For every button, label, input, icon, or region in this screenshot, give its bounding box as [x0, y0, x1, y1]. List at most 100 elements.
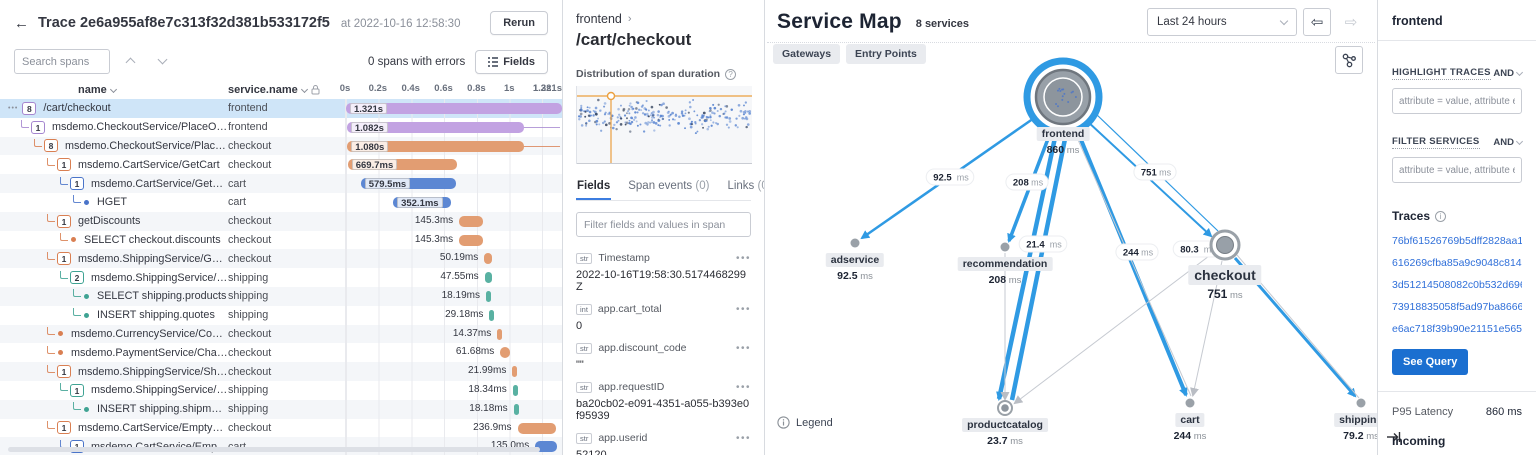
- trace-span-row[interactable]: 1msdemo.CheckoutService/PlaceOrderfronte…: [0, 118, 562, 137]
- trace-id-link[interactable]: 73918835058f5ad97ba866659d8c...: [1392, 301, 1522, 313]
- trace-span-row[interactable]: 1msdemo.CartService/GetCartcheckout669.7…: [0, 155, 562, 174]
- incoming-value: None: [1378, 448, 1536, 455]
- info-icon[interactable]: i: [1435, 211, 1446, 222]
- service-column-header[interactable]: service.name: [228, 84, 345, 96]
- span-count-badge[interactable]: 1: [57, 252, 71, 265]
- duration-distribution-chart[interactable]: [576, 86, 752, 164]
- field-actions-icon[interactable]: •••: [736, 343, 751, 354]
- trace-span-row[interactable]: SELECT checkout.discountscheckout145.3ms: [0, 231, 562, 250]
- trace-span-row[interactable]: SELECT shipping.productsshipping18.19ms: [0, 287, 562, 306]
- span-count-badge[interactable]: 2: [70, 271, 84, 284]
- trace-span-row[interactable]: msdemo.CurrencyService/Convertcheckout14…: [0, 325, 562, 344]
- gateways-chip[interactable]: Gateways: [773, 44, 840, 64]
- info-icon[interactable]: ?: [725, 69, 736, 80]
- trace-span-row[interactable]: 1getDiscountscheckout145.3ms: [0, 212, 562, 231]
- search-spans-input[interactable]: [14, 49, 110, 74]
- breadcrumb[interactable]: frontend ›: [576, 12, 751, 26]
- span-bar[interactable]: [459, 235, 483, 246]
- trace-id-link[interactable]: 76bf61526769b5dff2828aa1fbf6ce...: [1392, 235, 1522, 247]
- service-node-shipping[interactable]: [1357, 399, 1366, 408]
- trace-span-row[interactable]: 1msdemo.ShippingService/ShipOrdercheckou…: [0, 362, 562, 381]
- breadcrumb-service[interactable]: frontend: [576, 12, 622, 26]
- service-map-canvas[interactable]: 92.5ms208ms751ms21.4ms244ms80.3msfronten…: [765, 38, 1377, 455]
- prev-match-button[interactable]: [118, 50, 142, 74]
- service-node-label[interactable]: shipping: [1334, 413, 1377, 427]
- service-map-edge[interactable]: [1015, 253, 1213, 403]
- tab-fields[interactable]: Fields: [576, 176, 611, 200]
- service-node-label[interactable]: recommendation: [958, 257, 1053, 271]
- span-bar[interactable]: [500, 347, 510, 358]
- collapse-panel-button[interactable]: [1386, 430, 1402, 449]
- span-count-badge[interactable]: 1: [70, 384, 84, 397]
- span-count-badge[interactable]: 8: [22, 102, 36, 115]
- service-node-productcatalog[interactable]: [998, 401, 1012, 415]
- service-node-recommendation[interactable]: [1001, 243, 1010, 252]
- trace-span-row[interactable]: HGETcart352.1ms: [0, 193, 562, 212]
- rerun-button[interactable]: Rerun: [490, 11, 548, 35]
- trace-id-link[interactable]: e6ac718f39b90e21151e565d57ea...: [1392, 323, 1522, 335]
- trace-span-row[interactable]: 1msdemo.CartService/EmptyCartcheckout236…: [0, 419, 562, 438]
- back-arrow-icon[interactable]: ←: [14, 15, 29, 32]
- span-bar[interactable]: [459, 216, 483, 227]
- span-count-badge[interactable]: 1: [57, 158, 71, 171]
- highlight-traces-input[interactable]: [1392, 88, 1522, 114]
- trace-span-row[interactable]: INSERT shipping.quotesshipping29.18ms: [0, 306, 562, 325]
- span-count-badge[interactable]: 1: [57, 215, 71, 228]
- trace-span-row[interactable]: INSERT shipping.shipmentsshipping18.18ms: [0, 400, 562, 419]
- filter-and-select[interactable]: AND: [1493, 137, 1522, 148]
- span-bar[interactable]: [485, 272, 493, 283]
- field-actions-icon[interactable]: •••: [736, 253, 751, 264]
- legend-toggle[interactable]: Legend: [777, 416, 833, 429]
- time-range-select[interactable]: Last 24 hours: [1147, 8, 1297, 36]
- tab-links[interactable]: Links (0): [726, 176, 765, 200]
- trace-span-row[interactable]: 2msdemo.ShippingService/GetQuoteshipping…: [0, 268, 562, 287]
- service-node-adservice[interactable]: [851, 239, 860, 248]
- nav-back-button[interactable]: ⇦: [1303, 8, 1331, 36]
- span-count-badge[interactable]: 1: [57, 365, 71, 378]
- fields-button[interactable]: Fields: [475, 50, 548, 74]
- trace-span-row[interactable]: 1msdemo.ShippingService/GetQuotecheckout…: [0, 249, 562, 268]
- horizontal-scrollbar[interactable]: [8, 447, 540, 452]
- next-match-button[interactable]: [150, 50, 174, 74]
- span-bar[interactable]: [514, 404, 519, 415]
- field-actions-icon[interactable]: •••: [736, 433, 751, 444]
- trace-span-row[interactable]: msdemo.PaymentService/Chargecheckout61.6…: [0, 343, 562, 362]
- filter-fields-input[interactable]: [576, 212, 751, 237]
- trace-span-row[interactable]: 8msdemo.CheckoutService/PlaceOrderchecko…: [0, 137, 562, 156]
- span-count-badge[interactable]: 8: [44, 139, 58, 152]
- service-node-frontend[interactable]: [1027, 61, 1099, 133]
- expand-dots-icon[interactable]: •••: [8, 105, 18, 112]
- span-bar[interactable]: [513, 385, 518, 396]
- field-actions-icon[interactable]: •••: [736, 382, 751, 393]
- span-count-badge[interactable]: 1: [31, 121, 45, 134]
- graph-layout-button[interactable]: [1335, 46, 1363, 74]
- trace-span-row[interactable]: 1msdemo.CartService/GetCartcart579.5ms: [0, 174, 562, 193]
- trace-id-link[interactable]: 616269cfba85a9c9048c814212b3...: [1392, 257, 1522, 269]
- span-bar[interactable]: [518, 423, 557, 434]
- field-actions-icon[interactable]: •••: [736, 304, 751, 315]
- span-bar[interactable]: [486, 291, 491, 302]
- tab-span-events[interactable]: Span events (0): [627, 176, 710, 200]
- span-bar[interactable]: [497, 329, 502, 340]
- service-map-graph[interactable]: 92.5ms208ms751ms21.4ms244ms80.3ms: [765, 38, 1377, 455]
- span-count-badge[interactable]: 1: [57, 421, 71, 434]
- see-query-button[interactable]: See Query: [1392, 349, 1468, 375]
- service-node-label[interactable]: cart: [1175, 413, 1204, 427]
- trace-id-link[interactable]: 3d51214508082c0b532d696a89ef...: [1392, 279, 1522, 291]
- filter-services-input[interactable]: [1392, 157, 1522, 183]
- highlight-and-select[interactable]: AND: [1493, 68, 1522, 79]
- span-bar[interactable]: [489, 310, 494, 321]
- service-node-cart[interactable]: [1186, 399, 1195, 408]
- name-column-header[interactable]: name: [0, 84, 228, 96]
- span-bar[interactable]: [512, 366, 517, 377]
- entry-points-chip[interactable]: Entry Points: [846, 44, 926, 64]
- service-node-label[interactable]: adservice: [826, 253, 884, 267]
- span-bar[interactable]: [484, 253, 492, 264]
- service-node-label[interactable]: frontend: [1037, 127, 1090, 141]
- service-node-label[interactable]: productcatalog: [962, 418, 1048, 432]
- trace-span-row[interactable]: •••8/cart/checkoutfrontend1.321s: [0, 99, 562, 118]
- service-node-label[interactable]: checkout: [1188, 265, 1261, 285]
- trace-span-row[interactable]: 1msdemo.ShippingService/ShipOrdershippin…: [0, 381, 562, 400]
- span-count-badge[interactable]: 1: [70, 177, 84, 190]
- service-node-checkout[interactable]: [1211, 231, 1239, 259]
